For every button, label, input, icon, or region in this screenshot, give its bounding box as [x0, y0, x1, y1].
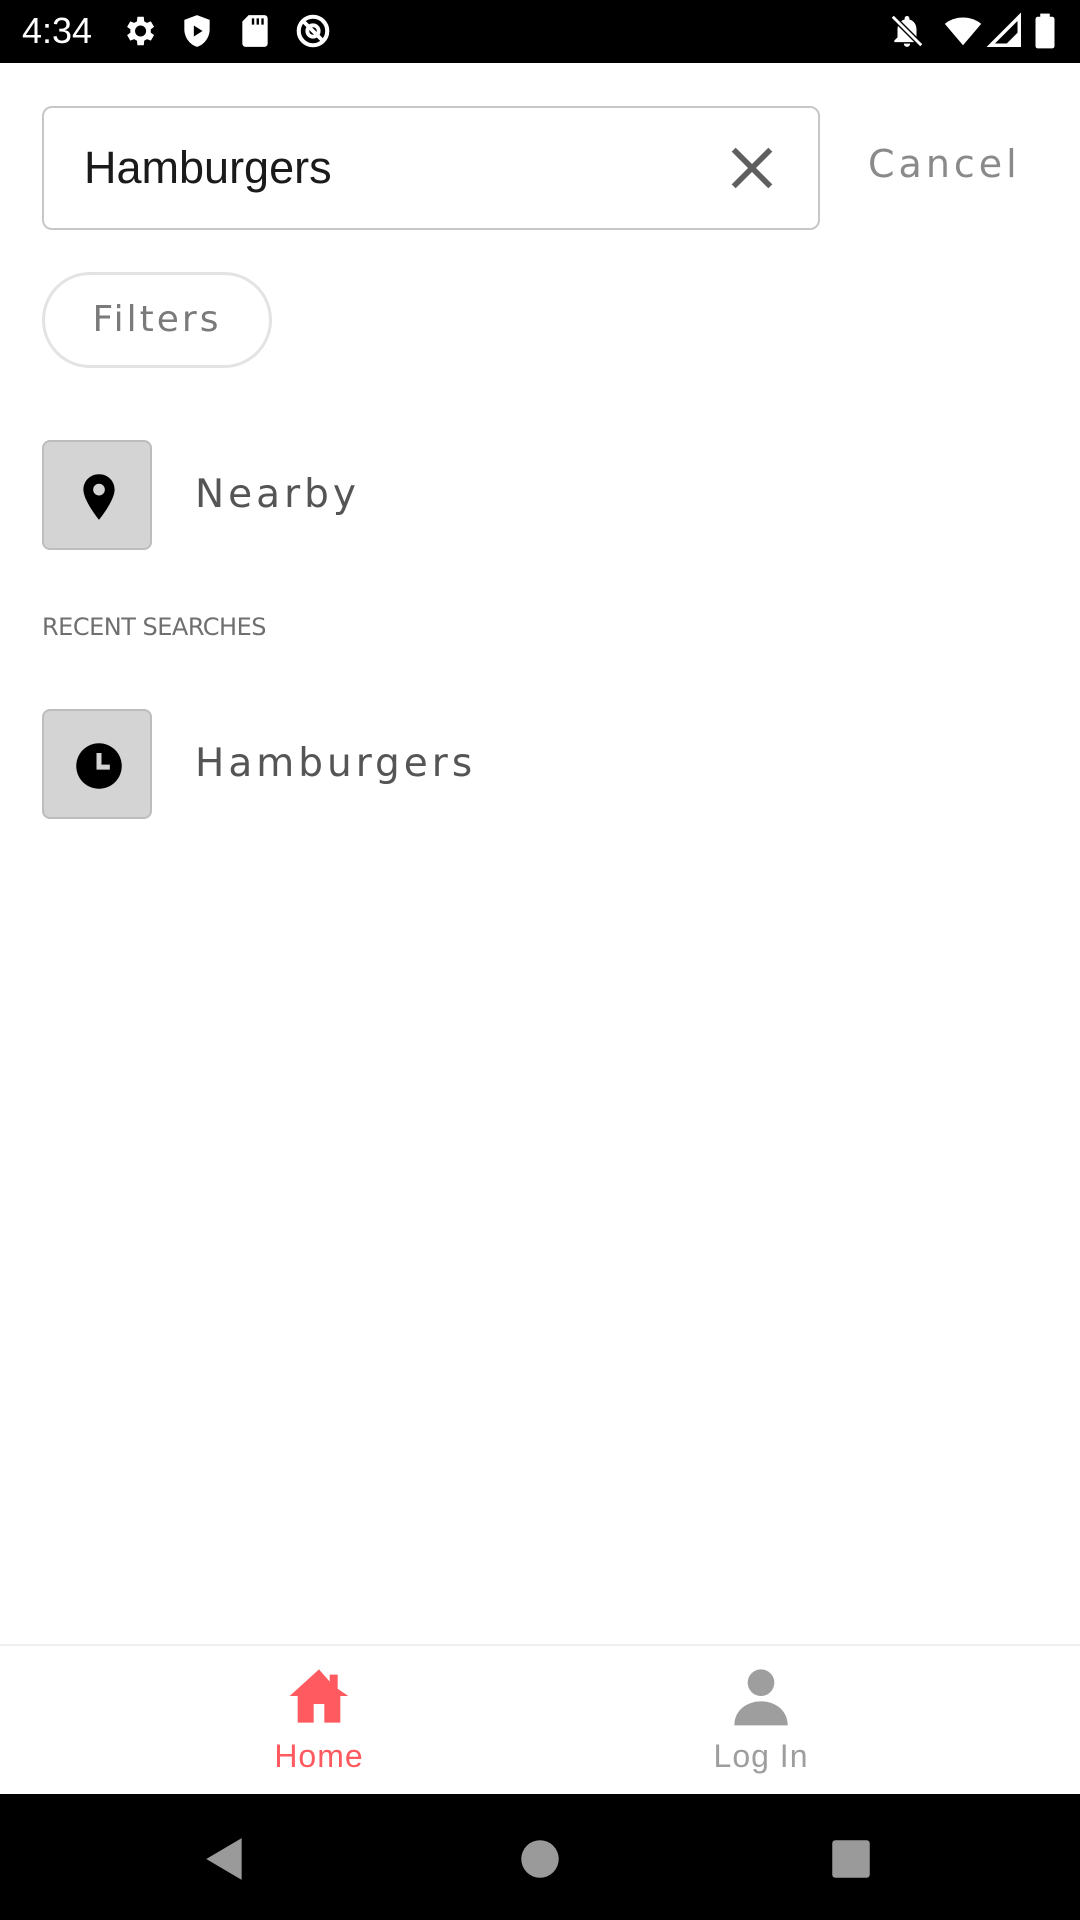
- location-pin-icon: [83, 474, 115, 520]
- home-icon: [287, 1664, 351, 1728]
- bottom-nav: Home Log In: [0, 1644, 1080, 1794]
- recent-search-icon-box: [42, 709, 152, 819]
- battery-icon: [1030, 12, 1060, 50]
- sd-card-icon: [236, 12, 274, 50]
- home-circle-icon[interactable]: [515, 1834, 565, 1884]
- recent-search-item[interactable]: Hamburgers: [0, 709, 1080, 821]
- search-input[interactable]: Hamburgers: [42, 106, 820, 230]
- back-icon[interactable]: [200, 1834, 250, 1884]
- cancel-button[interactable]: Cancel: [868, 138, 1021, 190]
- notifications-off-icon: [888, 12, 926, 50]
- cell-signal-icon: [986, 12, 1024, 50]
- filters-button[interactable]: Filters: [42, 272, 272, 368]
- nearby-row[interactable]: Nearby: [0, 440, 1080, 552]
- shield-icon: [178, 12, 216, 50]
- recent-search-label: Hamburgers: [195, 741, 477, 786]
- gear-icon: [120, 12, 158, 50]
- nearby-icon-box: [42, 440, 152, 550]
- nav-login[interactable]: Log In: [661, 1646, 861, 1796]
- nearby-label: Nearby: [195, 472, 360, 517]
- system-nav-bar: [0, 1794, 1080, 1920]
- recents-square-icon[interactable]: [826, 1834, 876, 1884]
- status-time: 4:34: [22, 10, 93, 51]
- recent-searches-header: RECENT SEARCHES: [42, 613, 267, 641]
- wifi-icon: [944, 12, 982, 50]
- nav-home[interactable]: Home: [219, 1646, 419, 1796]
- clock-icon: [76, 743, 122, 789]
- close-icon[interactable]: [724, 140, 780, 196]
- search-input-value[interactable]: Hamburgers: [84, 108, 332, 228]
- person-icon: [729, 1664, 793, 1728]
- nav-home-label: Home: [274, 1738, 364, 1774]
- status-bar: 4:34: [0, 0, 1080, 63]
- nav-login-label: Log In: [713, 1738, 809, 1774]
- at-sign-icon: [294, 12, 332, 50]
